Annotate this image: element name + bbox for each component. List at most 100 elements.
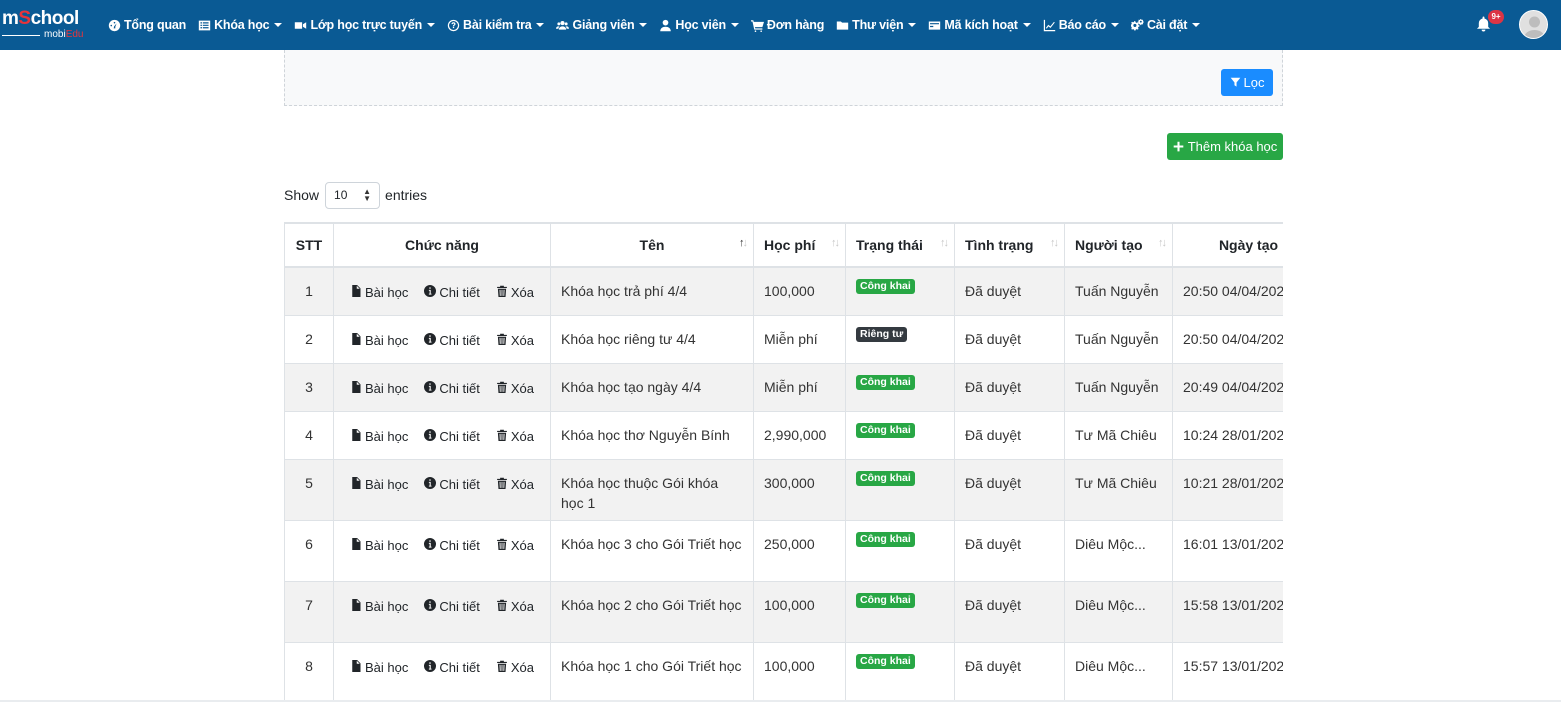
details-label: Chi tiết [439, 537, 480, 553]
nav-item-label: Lớp học trực tuyến [310, 18, 423, 32]
details-button[interactable]: Chi tiết [424, 427, 480, 447]
table-row[interactable]: 4 Bài học Chi tiết Xóa Khóa học thơ Nguyễn B… [284, 410, 1283, 460]
cell-actions: Bài học Chi tiết Xóa [333, 362, 551, 412]
details-label: Chi tiết [439, 428, 480, 444]
dashboard-icon [108, 19, 121, 32]
nav-item-chart[interactable]: Báo cáo [1043, 18, 1119, 32]
cell-name: Khóa học riêng tư 4/4 [550, 314, 754, 364]
table-row[interactable]: 3 Bài học Chi tiết Xóa Khóa học tạo ngày 4/4… [284, 362, 1283, 412]
cell-created: 20:49 04/04/202 [1172, 362, 1283, 412]
nav-item-card[interactable]: Mã kích hoạt [928, 18, 1031, 32]
lessons-button[interactable]: Bài học [350, 283, 408, 303]
table-row[interactable]: 7 Bài học Chi tiết Xóa Khóa học 2 cho Gói Tr… [284, 580, 1283, 643]
cell-actions: Bài học Chi tiết Xóa [333, 458, 551, 521]
delete-button[interactable]: Xóa [496, 475, 534, 495]
header-created[interactable]: Ngày tạo [1172, 222, 1283, 268]
delete-button[interactable]: Xóa [496, 331, 534, 351]
details-label: Chi tiết [439, 380, 480, 396]
details-button[interactable]: Chi tiết [424, 283, 480, 303]
table-row[interactable]: 2 Bài học Chi tiết Xóa Khóa học riêng tư 4/4… [284, 314, 1283, 364]
lessons-button[interactable]: Bài học [350, 658, 408, 678]
file-icon [350, 331, 365, 351]
lessons-button[interactable]: Bài học [350, 379, 408, 399]
notification-count-badge: 9+ [1488, 10, 1504, 24]
filter-button-label: Lọc [1243, 75, 1265, 90]
cell-fee: Miễn phí [753, 362, 846, 412]
nav-item-video[interactable]: Lớp học trực tuyến [294, 18, 436, 32]
status-badge: Công khai [856, 374, 915, 390]
delete-button[interactable]: Xóa [496, 658, 534, 678]
lessons-label: Bài học [365, 380, 409, 396]
nav-item-folder[interactable]: Thư viện [836, 18, 917, 32]
trash-icon [496, 379, 511, 399]
courses-table-wrapper[interactable]: STT Chức năng Tên ↑↓ Học phí ↑↓ Trạng thái… [284, 222, 1283, 702]
delete-button[interactable]: Xóa [496, 427, 534, 447]
user-avatar[interactable] [1519, 10, 1548, 39]
add-course-button[interactable]: Thêm khóa học [1167, 133, 1283, 160]
info-circle-icon [424, 283, 439, 303]
table-row[interactable]: 5 Bài học Chi tiết Xóa Khóa học thuộc Gói kh… [284, 458, 1283, 521]
lessons-button[interactable]: Bài học [350, 475, 408, 495]
lessons-button[interactable]: Bài học [350, 536, 408, 556]
nav-item-users[interactable]: Giảng viên [556, 18, 648, 32]
cell-approval: Đã duyệt [954, 641, 1065, 702]
status-badge: Công khai [856, 279, 915, 294]
delete-button[interactable]: Xóa [496, 283, 534, 303]
add-course-label: Thêm khóa học [1187, 139, 1278, 154]
details-button[interactable]: Chi tiết [424, 536, 480, 556]
header-fee[interactable]: Học phí ↑↓ [753, 222, 846, 268]
courses-table: STT Chức năng Tên ↑↓ Học phí ↑↓ Trạng thái… [284, 222, 1283, 702]
select-arrows-icon: ▲ ▼ [363, 187, 372, 203]
cell-name: Khóa học tạo ngày 4/4 [550, 362, 754, 412]
header-status[interactable]: Trạng thái ↑↓ [845, 222, 955, 268]
caret-down-icon [427, 23, 436, 27]
trash-icon [496, 331, 511, 351]
video-icon [294, 19, 307, 32]
question-icon [447, 19, 460, 32]
cell-creator: Diêu Mộc... [1064, 641, 1173, 702]
nav-item-dashboard[interactable]: Tổng quan [108, 18, 186, 32]
nav-item-user[interactable]: Học viên [659, 18, 739, 32]
cell-fee: 100,000 [753, 580, 846, 643]
details-label: Chi tiết [439, 332, 480, 348]
details-button[interactable]: Chi tiết [424, 331, 480, 351]
lessons-label: Bài học [365, 659, 409, 675]
info-circle-icon [424, 475, 439, 495]
details-button[interactable]: Chi tiết [424, 379, 480, 399]
info-circle-icon [424, 427, 439, 447]
table-row[interactable]: 8 Bài học Chi tiết Xóa Khóa học 1 cho Gói Tr… [284, 641, 1283, 702]
entries-per-page-select[interactable]: 10 ▲ ▼ [325, 181, 381, 209]
cell-actions: Bài học Chi tiết Xóa [333, 580, 551, 643]
file-icon [350, 597, 365, 617]
cell-created: 20:50 04/04/202 [1172, 266, 1283, 316]
header-creator[interactable]: Người tạo ↑↓ [1064, 222, 1173, 268]
nav-item-question[interactable]: Bài kiểm tra [447, 18, 545, 32]
lessons-button[interactable]: Bài học [350, 427, 408, 447]
cell-name: Khóa học thơ Nguyễn Bính [550, 410, 754, 460]
cell-stt: 5 [284, 458, 334, 521]
cell-creator: Diêu Mộc... [1064, 519, 1173, 582]
nav-item-list[interactable]: Khóa học [198, 18, 283, 32]
header-name[interactable]: Tên ↑↓ [550, 222, 754, 268]
nav-item-label: Học viên [675, 18, 726, 32]
details-button[interactable]: Chi tiết [424, 597, 480, 617]
table-row[interactable]: 6 Bài học Chi tiết Xóa Khóa học 3 cho Gói Tr… [284, 519, 1283, 582]
delete-button[interactable]: Xóa [496, 379, 534, 399]
table-row[interactable]: 1 Bài học Chi tiết Xóa Khóa học trả phí 4/4 1… [284, 266, 1283, 316]
filter-button[interactable]: Lọc [1221, 69, 1273, 96]
trash-icon [496, 475, 511, 495]
details-button[interactable]: Chi tiết [424, 658, 480, 678]
details-button[interactable]: Chi tiết [424, 475, 480, 495]
delete-button[interactable]: Xóa [496, 597, 534, 617]
nav-item-cogs[interactable]: Cài đặt [1130, 18, 1201, 32]
header-stt[interactable]: STT [284, 222, 334, 268]
lessons-button[interactable]: Bài học [350, 331, 408, 351]
caret-down-icon [536, 23, 545, 27]
status-badge: Riêng tư [856, 326, 908, 342]
nav-item-cart[interactable]: Đơn hàng [750, 18, 824, 32]
delete-button[interactable]: Xóa [496, 536, 534, 556]
delete-label: Xóa [510, 332, 534, 348]
header-approval[interactable]: Tình trạng ↑↓ [954, 222, 1065, 268]
lessons-button[interactable]: Bài học [350, 597, 408, 617]
brand-logo[interactable]: mSchool mobiEdu [2, 8, 90, 42]
